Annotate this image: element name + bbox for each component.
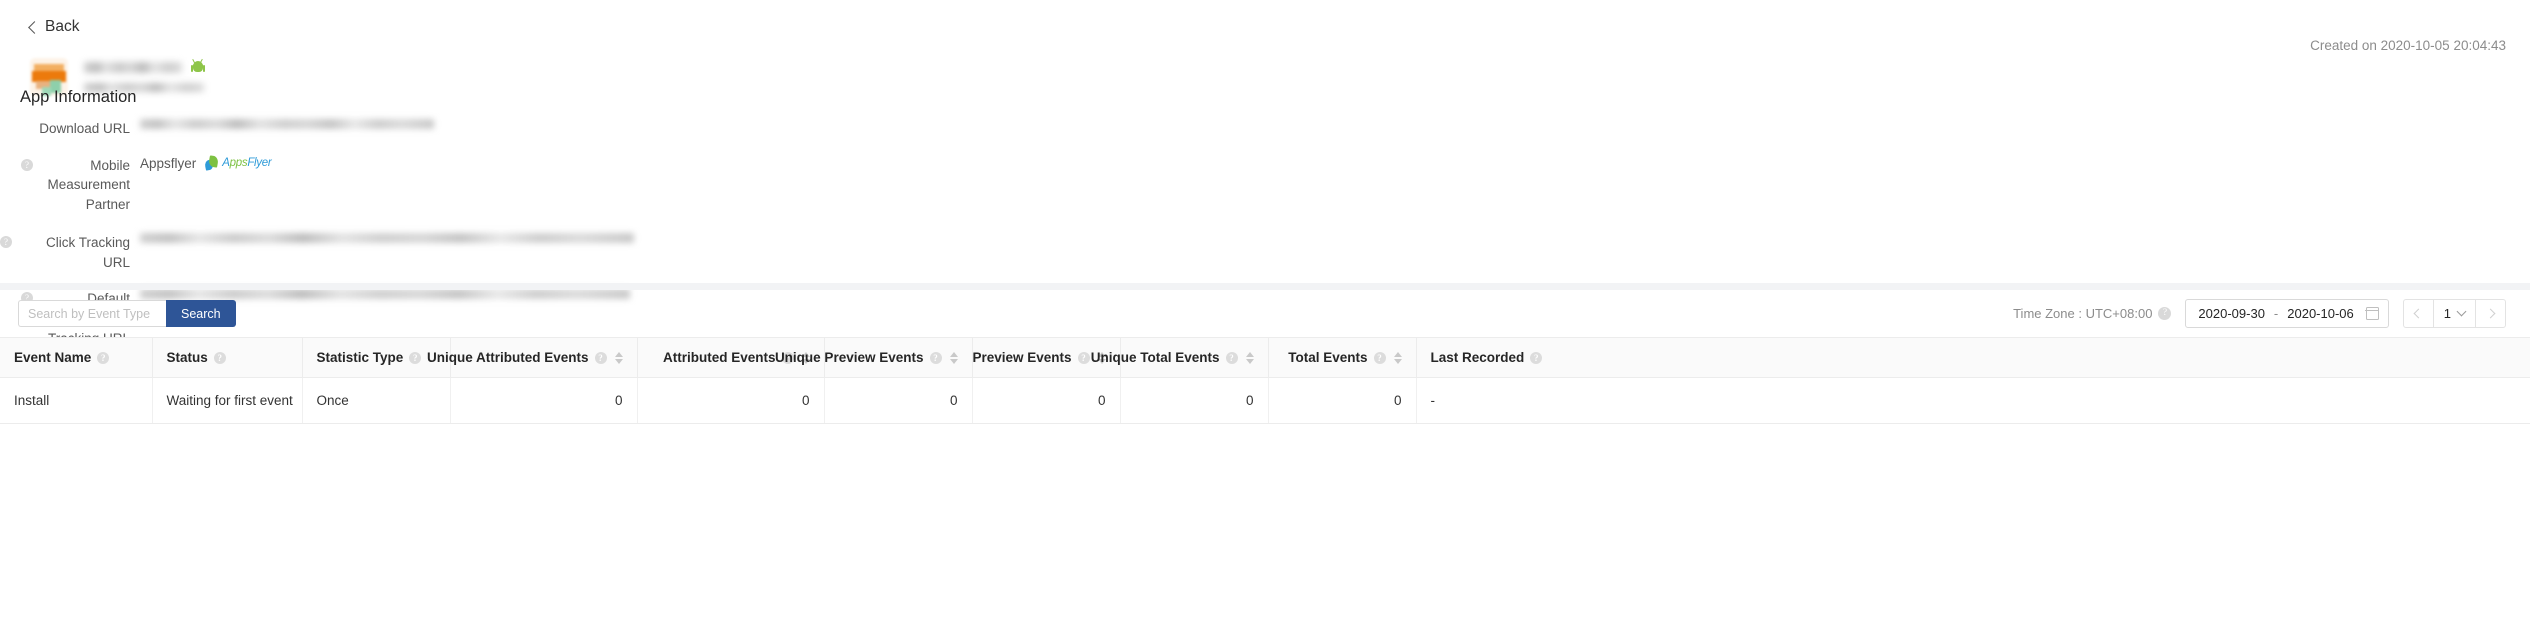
android-icon: [190, 58, 205, 74]
column-header-unique-preview-events[interactable]: Unique Preview Events ?: [775, 337, 973, 378]
events-table: Event Name ? Status ? Statistic Type ? U…: [0, 337, 2530, 424]
info-row-download-url: Download URL: [0, 118, 2530, 139]
sort-icon[interactable]: [949, 351, 958, 364]
appsflyer-logo: AppsFlyer: [204, 154, 272, 171]
help-icon[interactable]: ?: [1077, 351, 1090, 364]
column-label: Attributed Events: [662, 350, 776, 365]
cell-status: Waiting for first event: [152, 377, 303, 424]
timezone-display: Time Zone : UTC+08:00 ?: [2013, 306, 2172, 321]
app-detail-page: Back Created on 2020-10-05 20:04:43 App …: [0, 0, 2530, 639]
date-range-start: 2020-09-30: [2198, 306, 2265, 321]
cell-unique-attributed-events: 0: [450, 377, 638, 424]
sort-icon[interactable]: [614, 351, 623, 364]
mmp-partner-name: Appsflyer: [140, 155, 197, 171]
help-icon[interactable]: ?: [1373, 351, 1386, 364]
back-button[interactable]: Back: [28, 18, 80, 36]
download-url-redacted: [140, 119, 434, 129]
cell-preview-events: 0: [972, 377, 1121, 424]
date-range-picker[interactable]: 2020-09-30 - 2020-10-06: [2185, 299, 2389, 328]
info-row-mmp: ? Mobile Measurement Partner Appsflyer A…: [0, 154, 2530, 215]
help-icon[interactable]: ?: [0, 236, 12, 249]
sort-icon[interactable]: [1245, 351, 1254, 364]
app-name-row: [84, 58, 205, 74]
cell-total-events: 0: [1268, 377, 1417, 424]
help-icon[interactable]: ?: [97, 351, 110, 364]
date-range-end: 2020-10-06: [2287, 306, 2354, 321]
help-icon[interactable]: ?: [21, 158, 33, 171]
app-meta: [84, 58, 205, 92]
pagination-page-number: 1: [2443, 306, 2451, 321]
pagination: 1: [2402, 299, 2506, 328]
help-icon[interactable]: ?: [409, 351, 422, 364]
info-row-click-tracking-url: ? Click Tracking URL: [0, 232, 2530, 272]
cell-statistic-type: Once: [302, 377, 451, 424]
search-button[interactable]: Search: [166, 300, 236, 327]
calendar-icon: [2365, 307, 2380, 320]
help-icon[interactable]: ?: [1225, 351, 1238, 364]
mmp-label: Mobile Measurement Partner: [47, 157, 130, 212]
chevron-left-icon: [28, 20, 41, 34]
back-label: Back: [45, 18, 80, 35]
created-on-label: Created on 2020-10-05 20:04:43: [2310, 38, 2506, 53]
chevron-down-icon: [2456, 306, 2467, 317]
column-header-event-name[interactable]: Event Name ?: [0, 337, 153, 378]
column-label: Statistic Type: [316, 350, 404, 365]
page-title: App Information: [20, 88, 137, 106]
cell-unique-preview-events: 0: [824, 377, 973, 424]
search-input[interactable]: [18, 300, 166, 327]
download-url-label: Download URL: [39, 121, 130, 136]
cell-unique-total-events: 0: [1120, 377, 1269, 424]
table-header-row: Event Name ? Status ? Statistic Type ? U…: [0, 337, 2530, 378]
column-label: Total Events: [1288, 350, 1368, 365]
column-label: Unique Preview Events: [774, 350, 924, 365]
help-icon[interactable]: ?: [1530, 351, 1543, 364]
timezone-label: Time Zone : UTC+08:00: [2013, 306, 2153, 321]
click-tracking-url-redacted: [140, 233, 634, 244]
column-header-last-recorded[interactable]: Last Recorded ?: [1416, 337, 2530, 378]
column-label: Preview Events: [972, 350, 1072, 365]
page-bottom-area: [0, 424, 2530, 639]
help-icon[interactable]: ?: [2158, 307, 2172, 320]
column-header-status[interactable]: Status ?: [152, 337, 303, 378]
column-label: Last Recorded: [1430, 350, 1525, 365]
cell-event-name: Install: [0, 377, 153, 424]
events-toolbar: Search Time Zone : UTC+08:00 ? 2020-09-3…: [0, 290, 2530, 337]
cell-attributed-events: 0: [637, 377, 825, 424]
click-tracking-url-value: [140, 232, 634, 244]
column-header-unique-attributed-events[interactable]: Unique Attributed Events ?: [427, 337, 638, 378]
click-tracking-url-label: Click Tracking URL: [45, 235, 130, 270]
pagination-prev-button[interactable]: [2404, 300, 2433, 327]
pagination-page-select[interactable]: 1: [2432, 300, 2476, 327]
date-range-separator: -: [2273, 306, 2279, 321]
cell-last-recorded: -: [1416, 377, 2530, 424]
pagination-next-button[interactable]: [2476, 300, 2505, 327]
chevron-left-icon: [2413, 308, 2424, 319]
column-label: Event Name: [14, 350, 92, 365]
download-url-value: [140, 118, 434, 129]
sort-icon[interactable]: [1393, 351, 1402, 364]
help-icon[interactable]: ?: [929, 351, 942, 364]
mmp-value: Appsflyer AppsFlyer: [140, 154, 272, 171]
section-divider: [0, 283, 2530, 290]
column-header-unique-total-events[interactable]: Unique Total Events ?: [1091, 337, 1269, 378]
help-icon[interactable]: ?: [594, 351, 607, 364]
table-row[interactable]: Install Waiting for first event Once 0 0…: [0, 377, 2530, 424]
column-label: Status: [166, 350, 208, 365]
help-icon[interactable]: ?: [213, 351, 226, 364]
chevron-right-icon: [2485, 308, 2496, 319]
column-header-total-events[interactable]: Total Events ?: [1268, 337, 1417, 378]
app-name-redacted: [84, 61, 182, 73]
column-label: Unique Attributed Events: [426, 350, 589, 365]
column-label: Unique Total Events: [1090, 350, 1220, 365]
